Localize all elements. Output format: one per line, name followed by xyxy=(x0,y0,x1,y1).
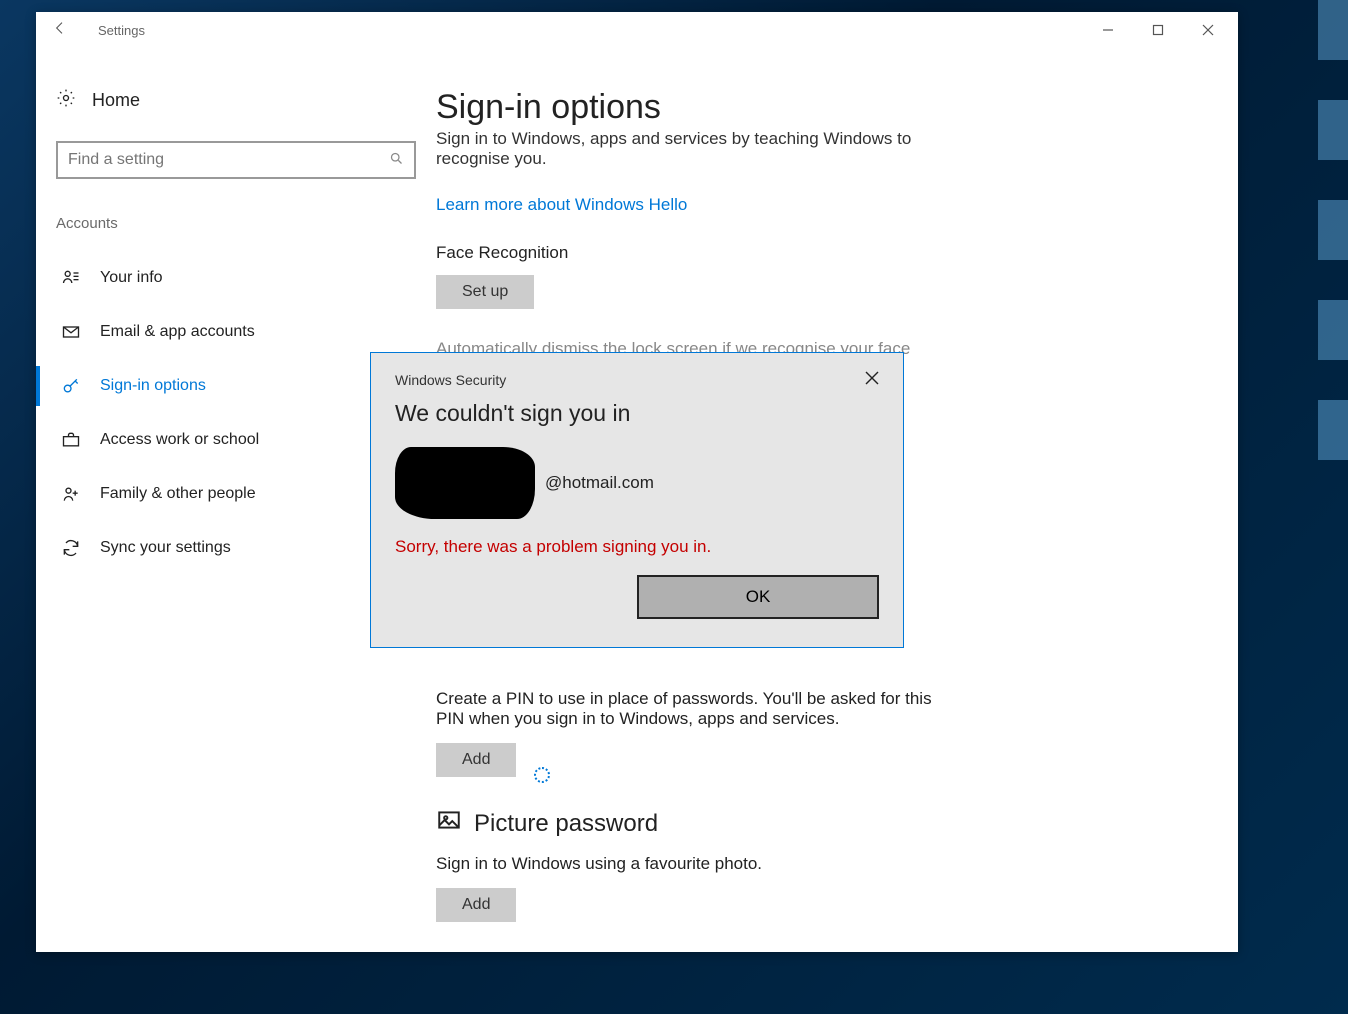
sidebar-home[interactable]: Home xyxy=(56,88,416,113)
ok-button[interactable]: OK xyxy=(637,575,879,619)
sidebar-item-label: Sync your settings xyxy=(100,539,231,557)
key-icon xyxy=(60,376,82,396)
sidebar-item-label: Family & other people xyxy=(100,485,256,503)
sidebar-item-sync[interactable]: Sync your settings xyxy=(56,524,416,572)
sidebar-category: Accounts xyxy=(56,215,416,232)
sidebar-item-label: Email & app accounts xyxy=(100,323,255,341)
sidebar-home-label: Home xyxy=(92,90,140,111)
user-info-icon xyxy=(60,268,82,288)
sidebar-item-sign-in-options[interactable]: Sign-in options xyxy=(56,362,416,410)
dialog-heading: We couldn't sign you in xyxy=(395,400,879,427)
sidebar-item-family[interactable]: Family & other people xyxy=(56,470,416,518)
add-pin-button[interactable]: Add xyxy=(436,743,516,777)
picture-password-header: Picture password xyxy=(436,807,1198,840)
close-icon[interactable] xyxy=(1198,20,1218,40)
picture-description: Sign in to Windows using a favourite pho… xyxy=(436,854,956,874)
mail-icon xyxy=(60,322,82,342)
search-icon xyxy=(389,151,404,170)
window-controls xyxy=(1098,20,1238,40)
picture-header-text: Picture password xyxy=(474,810,658,838)
redacted-username xyxy=(395,447,535,519)
sidebar-item-your-info[interactable]: Your info xyxy=(56,254,416,302)
page-title: Sign-in options xyxy=(436,88,1198,127)
desktop-background-accent xyxy=(1318,0,1348,1014)
minimize-icon[interactable] xyxy=(1098,20,1118,40)
picture-icon xyxy=(436,807,462,840)
sidebar-item-label: Your info xyxy=(100,269,163,287)
people-icon xyxy=(60,484,82,504)
dialog-error-text: Sorry, there was a problem signing you i… xyxy=(395,537,879,557)
sidebar-item-email[interactable]: Email & app accounts xyxy=(56,308,416,356)
intro-text: Sign in to Windows, apps and services by… xyxy=(436,129,956,169)
briefcase-icon xyxy=(60,430,82,450)
window-title: Settings xyxy=(98,23,145,38)
search-input[interactable] xyxy=(68,151,389,169)
security-dialog: Windows Security We couldn't sign you in… xyxy=(370,352,904,648)
dialog-email: @hotmail.com xyxy=(545,473,654,493)
search-box[interactable] xyxy=(56,141,416,179)
face-recognition-label: Face Recognition xyxy=(436,243,1198,263)
add-picture-password-button[interactable]: Add xyxy=(436,888,516,922)
gear-icon xyxy=(56,88,76,113)
setup-button[interactable]: Set up xyxy=(436,275,534,309)
sidebar-item-work-school[interactable]: Access work or school xyxy=(56,416,416,464)
maximize-icon[interactable] xyxy=(1148,20,1168,40)
pin-description: Create a PIN to use in place of password… xyxy=(436,689,956,729)
dialog-title: Windows Security xyxy=(395,372,506,388)
loading-spinner-icon xyxy=(534,767,550,783)
learn-more-link[interactable]: Learn more about Windows Hello xyxy=(436,195,687,215)
dialog-close-icon[interactable] xyxy=(865,369,879,390)
sidebar-item-label: Sign-in options xyxy=(100,377,206,395)
sync-icon xyxy=(60,538,82,558)
sidebar-item-label: Access work or school xyxy=(100,431,259,449)
titlebar: Settings xyxy=(36,12,1238,48)
back-arrow-icon[interactable] xyxy=(52,20,80,41)
